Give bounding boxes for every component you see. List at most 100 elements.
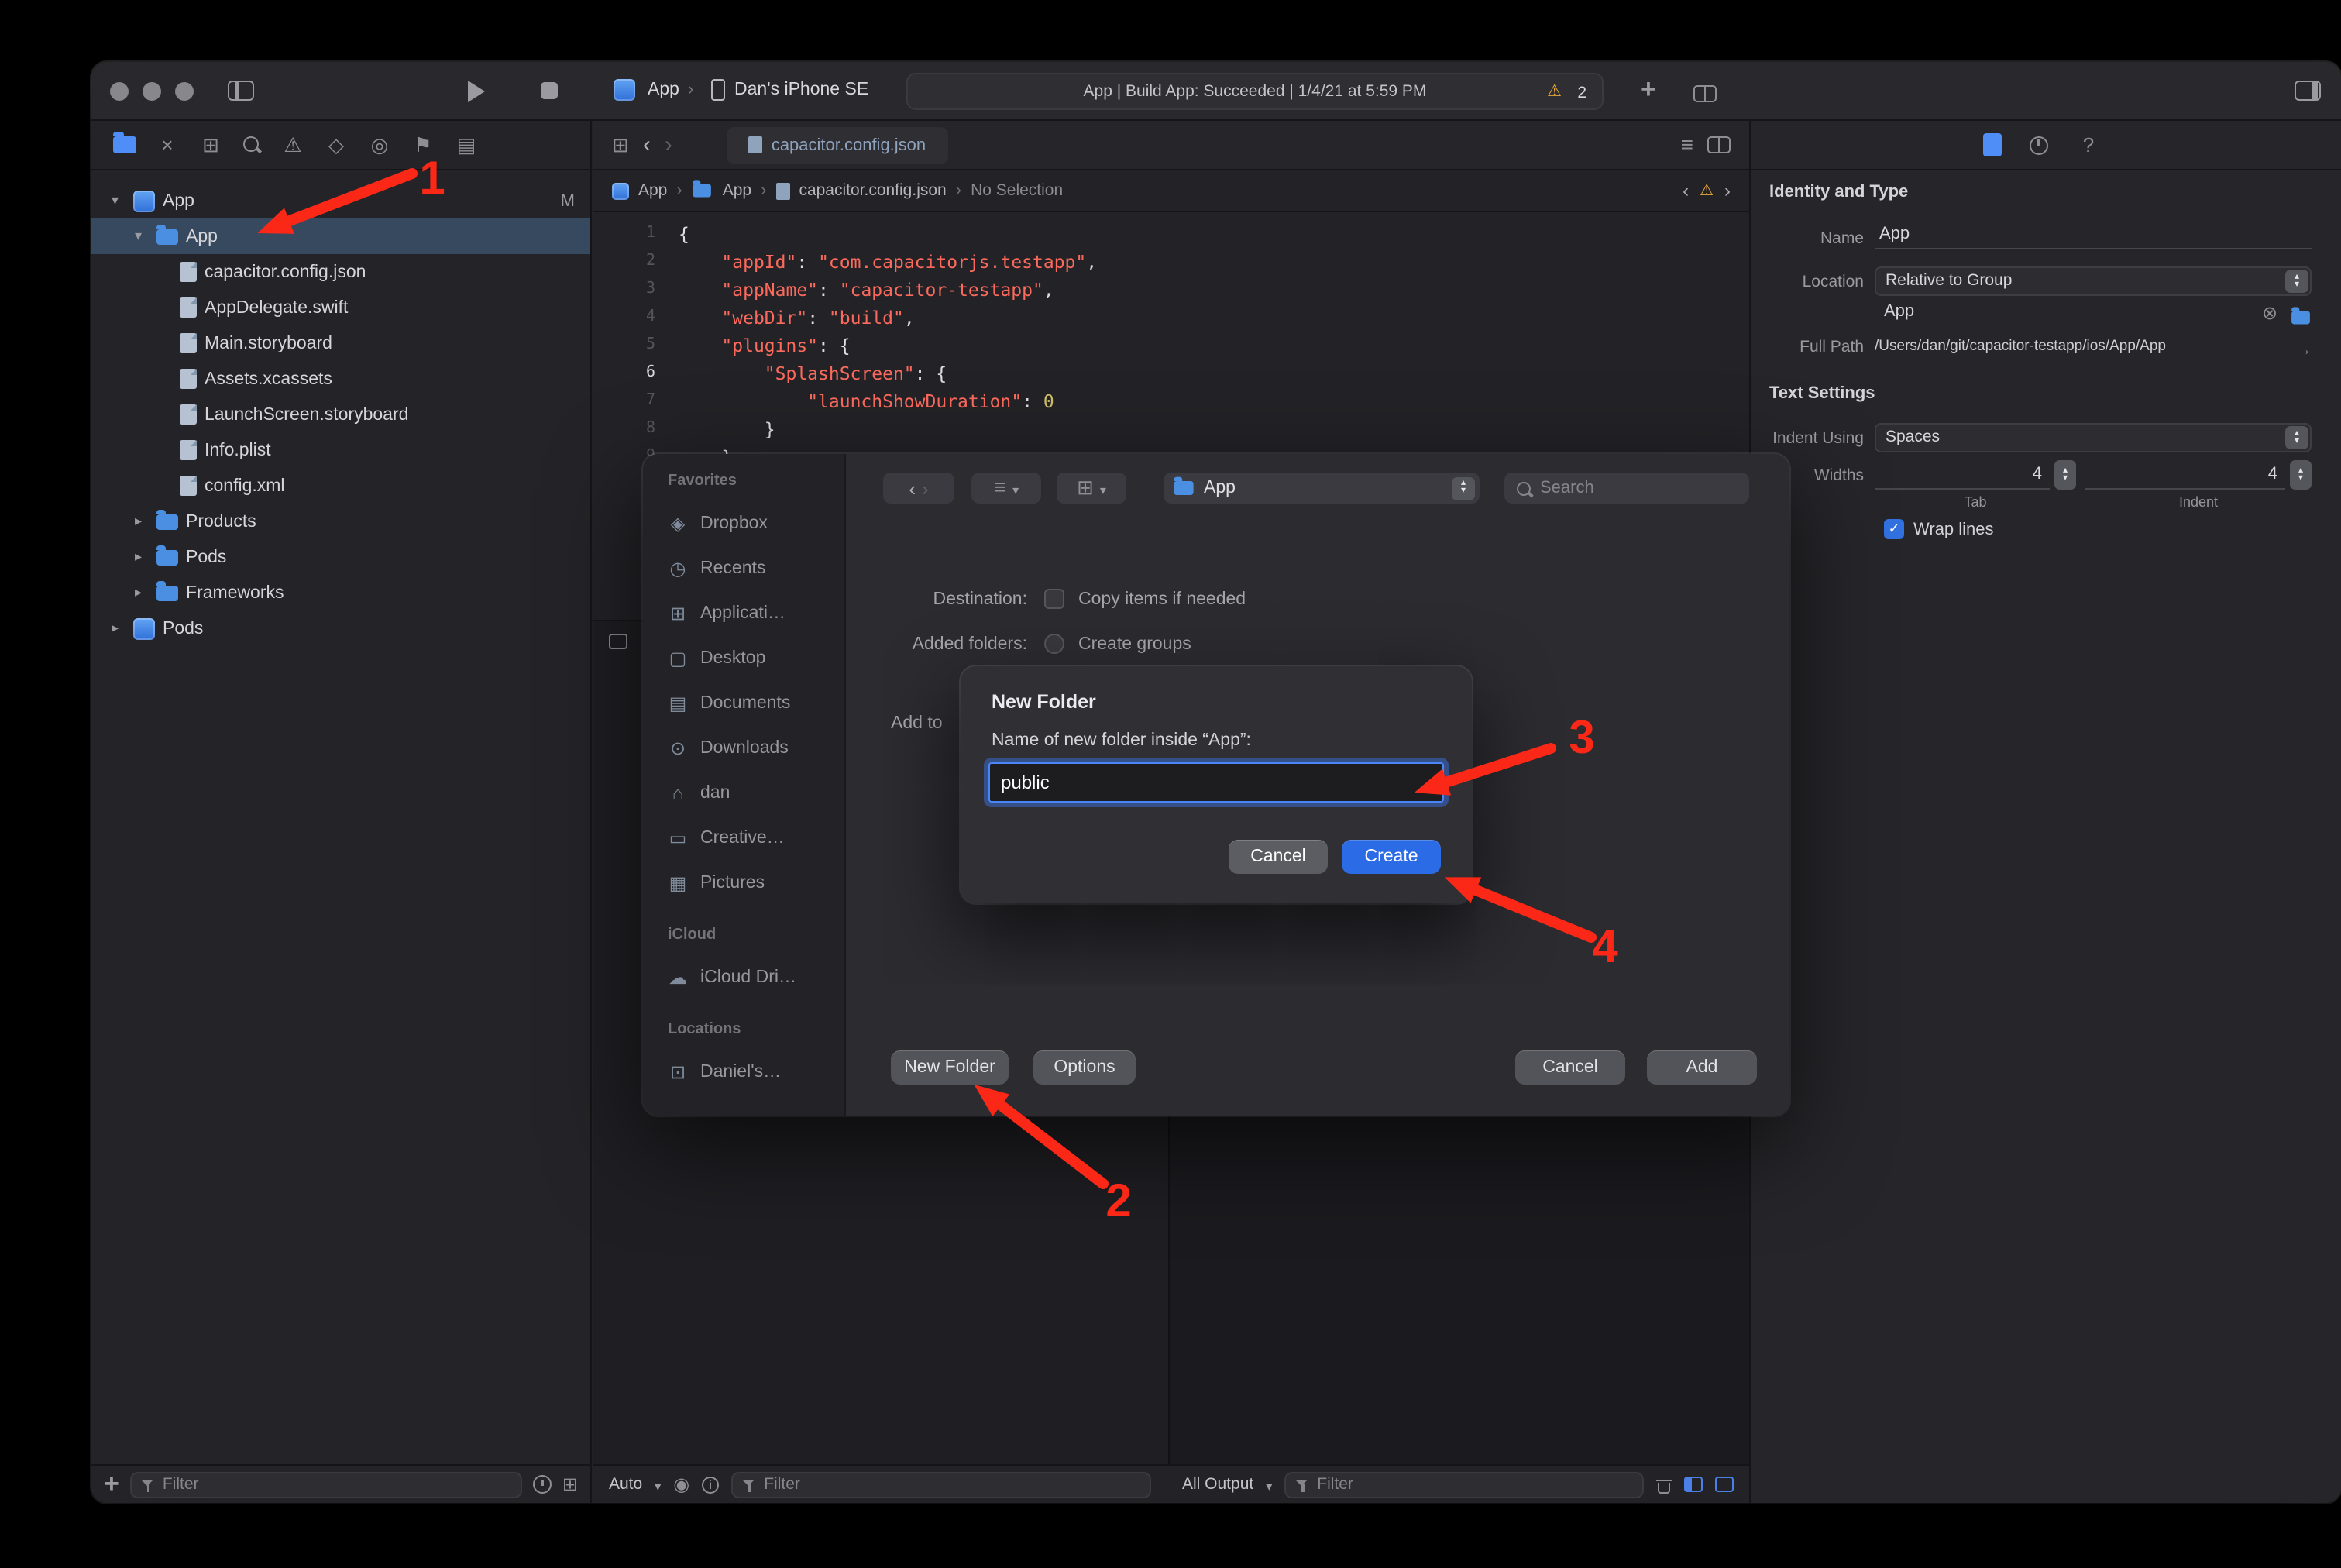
sheet-sidebar-item[interactable]: ▤Documents xyxy=(643,680,844,725)
quicklook-icon[interactable] xyxy=(673,1470,689,1498)
back-forward-control[interactable]: ‹ › xyxy=(883,473,954,504)
code-line[interactable]: 5 "plugins": { xyxy=(593,332,1749,359)
navigator-item[interactable]: ▾App xyxy=(91,218,590,254)
next-issue-button[interactable]: › xyxy=(1724,181,1731,200)
dialog-cancel-button[interactable]: Cancel xyxy=(1229,840,1328,874)
disclosure-down-icon[interactable]: ▾ xyxy=(135,228,156,245)
disclosure-right-icon[interactable]: ▸ xyxy=(135,584,156,601)
sheet-sidebar-item[interactable]: ⌂dan xyxy=(643,770,844,815)
warning-icon[interactable] xyxy=(1547,82,1562,101)
options-button[interactable]: Options xyxy=(1033,1050,1136,1085)
console-filter-input[interactable] xyxy=(1317,1475,1633,1494)
navigator-item[interactable]: Main.storyboard xyxy=(91,325,590,361)
split-editor-icon[interactable] xyxy=(1707,136,1731,153)
editor-tab[interactable]: capacitor.config.json xyxy=(727,126,947,163)
disclosure-right-icon[interactable]: ▸ xyxy=(135,513,156,530)
code-line[interactable]: 7 "launchShowDuration": 0 xyxy=(593,387,1749,415)
sheet-sidebar-item[interactable]: ◈Dropbox xyxy=(643,500,844,545)
clear-console-icon[interactable] xyxy=(1656,1476,1672,1493)
quick-help-inspector-icon[interactable]: ? xyxy=(2076,133,2101,156)
folder-popup[interactable]: App xyxy=(1164,473,1480,504)
indent-width-stepper[interactable]: 4 xyxy=(2085,460,2312,490)
test-navigator-icon[interactable]: ◇ xyxy=(324,132,349,157)
run-destination[interactable]: Dan's iPhone SE xyxy=(734,81,868,99)
debug-navigator-icon[interactable]: ◎ xyxy=(367,132,392,157)
crumb-group[interactable]: App xyxy=(723,181,751,200)
find-navigator-icon[interactable] xyxy=(242,135,262,155)
create-groups-radio[interactable] xyxy=(1044,634,1064,654)
related-items-icon[interactable] xyxy=(612,131,629,159)
disclosure-down-icon[interactable]: ▾ xyxy=(112,192,133,209)
location-dropdown[interactable]: Relative to Group xyxy=(1875,266,2312,296)
symbol-navigator-icon[interactable]: ⊞ xyxy=(198,132,223,157)
search-input[interactable] xyxy=(1540,479,1738,497)
console-filter-field[interactable] xyxy=(1284,1471,1644,1498)
code-line[interactable]: 2 "appId": "com.capacitorjs.testapp", xyxy=(593,248,1749,276)
sheet-cancel-button[interactable]: Cancel xyxy=(1515,1050,1625,1085)
file-inspector-icon[interactable] xyxy=(1983,133,2002,156)
name-field[interactable]: App xyxy=(1875,220,2312,249)
inspector-toggle-button[interactable] xyxy=(2295,81,2321,108)
navigator-filter-input[interactable] xyxy=(163,1475,511,1494)
navigator-item[interactable]: ▾AppM xyxy=(91,183,590,218)
previous-issue-button[interactable]: ‹ xyxy=(1683,181,1689,200)
project-navigator-icon[interactable] xyxy=(113,136,136,153)
disclosure-right-icon[interactable]: ▸ xyxy=(112,620,133,637)
crumb-file[interactable]: capacitor.config.json xyxy=(799,181,946,200)
add-editor-icon[interactable] xyxy=(1693,85,1717,102)
navigator-item[interactable]: ▸Frameworks xyxy=(91,575,590,610)
warning-count[interactable]: 2 xyxy=(1577,84,1586,102)
issue-warning-icon[interactable] xyxy=(1700,182,1714,199)
search-field[interactable] xyxy=(1504,473,1749,504)
sheet-sidebar-item[interactable]: ⊙Downloads xyxy=(643,725,844,770)
source-control-navigator-icon[interactable]: × xyxy=(155,133,180,156)
navigator-item[interactable]: ▸Pods xyxy=(91,539,590,575)
console-output-select[interactable]: All Output xyxy=(1182,1475,1253,1494)
sheet-sidebar-item[interactable]: ☁iCloud Dri… xyxy=(643,954,844,999)
code-line[interactable]: 1{ xyxy=(593,220,1749,248)
info-icon[interactable] xyxy=(702,1476,719,1493)
indent-using-dropdown[interactable]: Spaces xyxy=(1875,423,2312,452)
navigator-item[interactable]: config.xml xyxy=(91,468,590,504)
navigator-item[interactable]: capacitor.config.json xyxy=(91,254,590,290)
new-folder-button[interactable]: New Folder xyxy=(891,1050,1009,1085)
sourcecontrol-filter-icon[interactable] xyxy=(562,1470,578,1498)
add-file-button[interactable] xyxy=(104,1469,119,1500)
sheet-sidebar-item[interactable]: ◷Recents xyxy=(643,545,844,590)
choose-folder-icon[interactable] xyxy=(2291,311,2310,325)
run-button[interactable] xyxy=(468,81,485,102)
adjust-editor-icon[interactable] xyxy=(1681,131,1693,159)
wrap-lines-checkbox[interactable] xyxy=(1884,519,1904,539)
sheet-sidebar-item[interactable]: ▭Creative… xyxy=(643,815,844,860)
library-add-button[interactable] xyxy=(1641,74,1656,105)
show-variables-pane-icon[interactable] xyxy=(1684,1477,1703,1492)
code-line[interactable]: 4 "webDir": "build", xyxy=(593,304,1749,332)
scheme-app-icon[interactable] xyxy=(614,79,635,101)
back-button[interactable]: ‹ xyxy=(643,133,651,156)
history-inspector-icon[interactable] xyxy=(2030,136,2048,154)
code-line[interactable]: 8 } xyxy=(593,415,1749,443)
navigator-item[interactable]: AppDelegate.swift xyxy=(91,290,590,325)
stop-button[interactable] xyxy=(541,82,558,99)
variables-filter-field[interactable] xyxy=(731,1471,1151,1498)
report-navigator-icon[interactable]: ▤ xyxy=(454,132,479,157)
scheme-name[interactable]: App xyxy=(648,81,679,99)
issue-navigator-icon[interactable]: ⚠ xyxy=(280,132,305,157)
icon-view-control[interactable] xyxy=(1057,473,1126,504)
dialog-create-button[interactable]: Create xyxy=(1342,840,1441,874)
copy-items-checkbox[interactable] xyxy=(1044,589,1064,609)
show-console-pane-icon[interactable] xyxy=(1715,1477,1734,1492)
disclosure-right-icon[interactable]: ▸ xyxy=(135,548,156,566)
minimize-window-button[interactable] xyxy=(143,82,161,101)
crumb-selection[interactable]: No Selection xyxy=(971,181,1063,200)
navigator-item[interactable]: ▸Products xyxy=(91,504,590,539)
navigator-item[interactable]: Assets.xcassets xyxy=(91,361,590,397)
reveal-in-finder-icon[interactable] xyxy=(2296,335,2312,363)
close-window-button[interactable] xyxy=(110,82,129,101)
navigator-item[interactable]: Info.plist xyxy=(91,432,590,468)
sheet-sidebar-item[interactable]: ⊡Daniel's… xyxy=(643,1049,844,1094)
recent-files-icon[interactable] xyxy=(533,1475,552,1494)
reset-location-icon[interactable] xyxy=(2262,299,2277,327)
list-view-control[interactable] xyxy=(971,473,1041,504)
navigator-toggle-button[interactable] xyxy=(228,81,254,108)
